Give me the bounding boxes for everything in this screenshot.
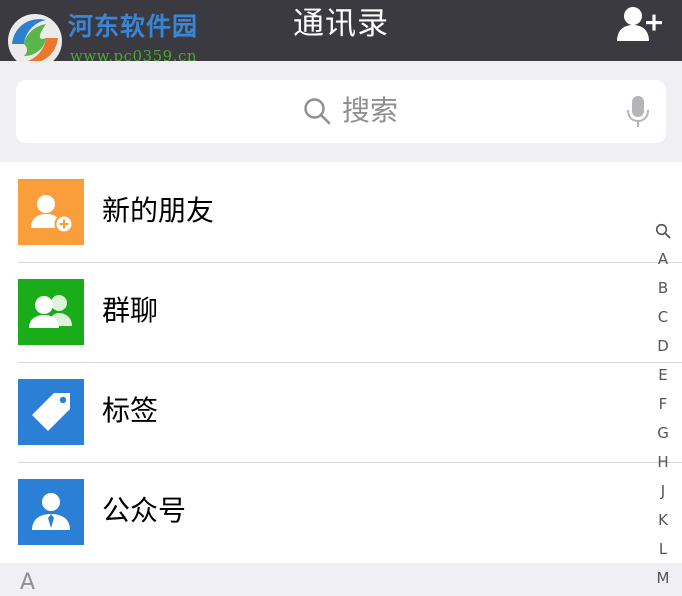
index-letter[interactable]: K xyxy=(648,506,678,535)
group-chat-icon xyxy=(18,279,84,345)
add-contact-icon xyxy=(617,7,662,41)
index-letter[interactable]: H xyxy=(648,448,678,477)
index-letter[interactable]: L xyxy=(648,535,678,564)
index-letter[interactable]: D xyxy=(648,332,678,361)
contacts-screen: 通讯录 河东软件园 www.pc0359.cn 搜索 新的朋友 群聊 标签 公众… xyxy=(0,0,682,596)
official-account-icon xyxy=(18,479,84,545)
watermark-site-name: 河东软件园 xyxy=(68,12,199,41)
new-friend-icon xyxy=(18,179,84,245)
index-letter[interactable]: G xyxy=(648,419,678,448)
index-search-icon[interactable] xyxy=(655,223,671,239)
search-icon xyxy=(304,98,331,125)
list-item-group-chats[interactable]: 群聊 xyxy=(0,262,682,362)
list-item-new-friends[interactable]: 新的朋友 xyxy=(0,162,682,262)
index-letter[interactable]: E xyxy=(648,361,678,390)
search-input[interactable]: 搜索 xyxy=(16,80,666,143)
search-area: 搜索 xyxy=(0,61,682,162)
index-letter[interactable]: B xyxy=(648,274,678,303)
tag-icon xyxy=(18,379,84,445)
watermark: 河东软件园 www.pc0359.cn xyxy=(4,8,214,68)
contacts-list: 新的朋友 群聊 标签 公众号 xyxy=(0,162,682,563)
list-item-label: 群聊 xyxy=(102,294,159,327)
index-letter[interactable]: A xyxy=(648,245,678,274)
index-letter[interactable]: C xyxy=(648,303,678,332)
search-placeholder: 搜索 xyxy=(342,94,399,127)
list-item-label: 标签 xyxy=(102,394,159,427)
list-item-label: 公众号 xyxy=(102,494,187,527)
list-item-tags[interactable]: 标签 xyxy=(0,362,682,462)
index-letter[interactable]: J xyxy=(648,477,678,506)
section-header: A xyxy=(0,563,682,596)
section-letter: A xyxy=(20,570,36,595)
index-letter[interactable]: F xyxy=(648,390,678,419)
alphabet-index-bar[interactable]: A B C D E F G H J K L M xyxy=(648,218,678,596)
list-item-label: 新的朋友 xyxy=(102,194,215,227)
microphone-icon[interactable] xyxy=(626,95,650,129)
list-item-official-accounts[interactable]: 公众号 xyxy=(0,462,682,562)
index-letter[interactable]: M xyxy=(648,564,678,593)
add-contact-button[interactable] xyxy=(616,3,664,43)
